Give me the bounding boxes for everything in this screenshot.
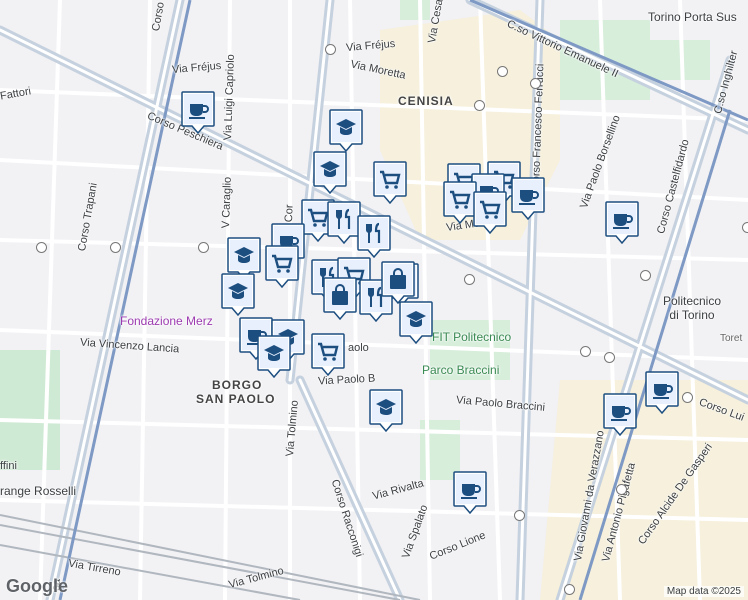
shopping-bag-icon — [381, 261, 415, 304]
map-marker-cart[interactable] — [264, 244, 300, 288]
map-marker-cart[interactable] — [472, 190, 508, 234]
school-icon — [399, 301, 433, 344]
transit-stop-icon[interactable] — [474, 100, 485, 111]
cart-icon — [311, 333, 345, 376]
map-marker-school[interactable] — [328, 108, 364, 152]
label-grange-rosselli[interactable]: range Rosselli — [0, 484, 76, 498]
map-marker-cafe[interactable] — [604, 200, 640, 244]
street-v-caraglio: V Caraglio — [220, 176, 234, 229]
transit-stop-icon[interactable] — [640, 270, 651, 281]
street-corso-r: Cor — [283, 204, 296, 223]
cart-icon — [473, 191, 507, 234]
map-marker-shopping-bag[interactable] — [380, 260, 416, 304]
map-marker-shopping-bag[interactable] — [322, 276, 358, 320]
cart-icon — [373, 161, 407, 204]
map-marker-cafe[interactable] — [510, 176, 546, 220]
label-politecnico[interactable]: Politecnico di Torino — [652, 294, 732, 322]
cart-icon — [265, 245, 299, 288]
cafe-icon — [645, 371, 679, 414]
map-attribution[interactable]: Map data ©2025 — [663, 586, 744, 597]
label-fondazione-merz[interactable]: Fondazione Merz — [120, 314, 213, 328]
transit-stop-icon[interactable] — [682, 392, 693, 403]
map-marker-school[interactable] — [220, 272, 256, 316]
school-icon — [221, 273, 255, 316]
transit-stop-icon[interactable] — [742, 222, 748, 233]
school-icon — [329, 109, 363, 152]
transit-stop-icon[interactable] — [530, 78, 541, 89]
map-marker-cafe[interactable] — [452, 470, 488, 514]
transit-stop-icon[interactable] — [616, 484, 627, 495]
map-marker-cafe[interactable] — [180, 90, 216, 134]
map-marker-school[interactable] — [256, 334, 292, 378]
transit-stop-icon[interactable] — [36, 242, 47, 253]
restaurant-icon — [357, 215, 391, 258]
transit-stop-icon[interactable] — [198, 242, 209, 253]
transit-stop-icon[interactable] — [110, 242, 121, 253]
label-toret: Toret — [720, 333, 743, 344]
shopping-bag-icon — [323, 277, 357, 320]
cafe-icon — [453, 471, 487, 514]
map-marker-cart[interactable] — [372, 160, 408, 204]
map-marker-cart[interactable] — [310, 332, 346, 376]
street-via-paolo-short: aolo — [348, 342, 369, 354]
label-ffini: ffini — [0, 460, 17, 472]
map-marker-restaurant[interactable] — [356, 214, 392, 258]
label-fit-politecnico[interactable]: FIT Politecnico — [432, 330, 511, 344]
map-marker-school[interactable] — [368, 388, 404, 432]
transit-stop-icon[interactable] — [564, 584, 575, 595]
map-marker-cafe[interactable] — [602, 392, 638, 436]
map-marker-school[interactable] — [398, 300, 434, 344]
district-borgo: BORGO — [212, 378, 263, 392]
transit-stop-icon[interactable] — [497, 66, 508, 77]
cafe-icon — [605, 201, 639, 244]
cafe-icon — [181, 91, 215, 134]
label-parco-braccini[interactable]: Parco Braccini — [422, 363, 499, 377]
school-icon — [369, 389, 403, 432]
district-cenisia: CENISIA — [398, 94, 454, 108]
school-icon — [257, 335, 291, 378]
transit-stop-icon[interactable] — [580, 346, 591, 357]
transit-stop-icon[interactable] — [514, 510, 525, 521]
map-marker-cafe[interactable] — [644, 370, 680, 414]
cafe-icon — [603, 393, 637, 436]
map-marker-school[interactable] — [312, 150, 348, 194]
google-logo: Google — [6, 576, 68, 596]
transit-stop-icon[interactable] — [604, 352, 615, 363]
school-icon — [313, 151, 347, 194]
transit-stop-icon[interactable] — [464, 274, 475, 285]
map-canvas[interactable]: CENISIA BORGO SAN PAOLO Torino Porta Sus… — [0, 0, 748, 600]
transit-stop-icon[interactable] — [325, 44, 336, 55]
label-torino-porta-susa[interactable]: Torino Porta Sus — [648, 10, 737, 24]
cafe-icon — [511, 177, 545, 220]
district-san-paolo: SAN PAOLO — [196, 392, 276, 406]
